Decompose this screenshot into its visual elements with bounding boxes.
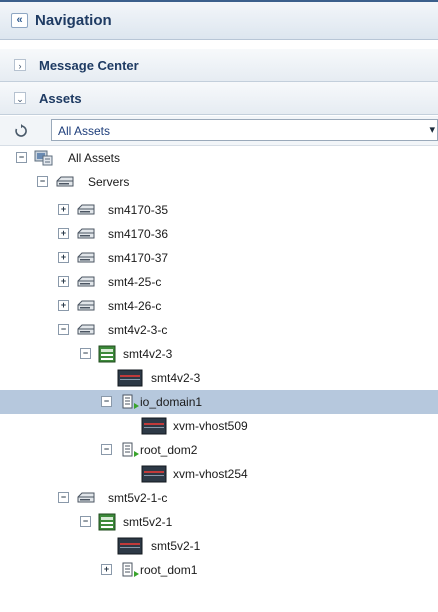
server-icon [77, 252, 95, 263]
tree-row-smt4-25-c[interactable]: + smt4-25-c [0, 270, 438, 294]
tree-label[interactable]: Servers [88, 175, 129, 189]
expand-toggle[interactable]: + [58, 204, 69, 215]
navigation-header: « Navigation [0, 0, 438, 40]
chevron-down-icon[interactable]: ⌄ [14, 92, 26, 104]
tree-row-smt5v2-1-host[interactable]: smt5v2-1 [0, 534, 438, 558]
chassis-icon [98, 513, 116, 531]
server-icon [77, 300, 95, 311]
collapse-panel-button[interactable]: « [11, 13, 28, 28]
tree-label[interactable]: root_dom2 [140, 443, 197, 457]
tree-row-sm4170-35[interactable]: + sm4170-35 [0, 198, 438, 222]
tree-label[interactable]: io_domain1 [140, 395, 202, 409]
message-center-section[interactable]: › Message Center [0, 49, 438, 82]
expand-toggle[interactable]: + [58, 252, 69, 263]
tree-row-io-domain1[interactable]: − io_domain1 [0, 390, 438, 414]
tree-row-root-dom2[interactable]: − root_dom2 [0, 438, 438, 462]
navigation-title: Navigation [35, 12, 112, 29]
host-icon [117, 537, 143, 555]
collapse-toggle[interactable]: − [58, 492, 69, 503]
tree-row-servers[interactable]: − Servers [0, 170, 438, 194]
dropdown-arrow-icon[interactable]: ▾ [429, 123, 435, 136]
tree-label[interactable]: smt5v2-1 [151, 539, 200, 553]
tree-label[interactable]: smt5v2-1-c [108, 491, 167, 505]
collapse-toggle[interactable]: − [101, 444, 112, 455]
tree-label[interactable]: smt4-26-c [108, 299, 161, 313]
domain-icon [122, 562, 139, 577]
expand-toggle[interactable]: + [101, 564, 112, 575]
tree-label[interactable]: sm4170-35 [108, 203, 168, 217]
expand-toggle[interactable]: + [58, 276, 69, 287]
collapse-toggle[interactable]: − [58, 324, 69, 335]
host-icon [141, 465, 167, 483]
asset-view-value: All Assets [58, 124, 111, 138]
server-icon [77, 324, 95, 335]
asset-view-select[interactable]: All Assets ▾ [51, 119, 438, 141]
tree-row-root-dom1[interactable]: + root_dom1 [0, 558, 438, 582]
tree-row-xvm-vhost254[interactable]: xvm-vhost254 [0, 462, 438, 486]
message-center-label[interactable]: Message Center [39, 58, 139, 73]
server-icon [77, 204, 95, 215]
tree-label[interactable]: xvm-vhost254 [173, 467, 248, 481]
collapse-toggle[interactable]: − [101, 396, 112, 407]
collapse-toggle[interactable]: − [16, 152, 27, 163]
server-icon [56, 176, 74, 187]
chevron-right-icon[interactable]: › [14, 59, 26, 71]
tree-label[interactable]: smt4v2-3-c [108, 323, 167, 337]
collapse-toggle[interactable]: − [37, 176, 48, 187]
server-icon [77, 276, 95, 287]
domain-icon [122, 394, 139, 409]
refresh-icon[interactable] [14, 124, 28, 138]
tree-row-smt5v2-1-chassis[interactable]: − smt5v2-1 [0, 510, 438, 534]
tree-label[interactable]: smt4-25-c [108, 275, 161, 289]
tree-row-all-assets[interactable]: − All Assets [0, 146, 438, 170]
tree-label[interactable]: xvm-vhost509 [173, 419, 248, 433]
chassis-icon [98, 345, 116, 363]
tree-label[interactable]: All Assets [68, 151, 120, 165]
tree-row-smt4v2-3-c[interactable]: − smt4v2-3-c [0, 318, 438, 342]
tree-row-sm4170-36[interactable]: + sm4170-36 [0, 222, 438, 246]
tree-row-sm4170-37[interactable]: + sm4170-37 [0, 246, 438, 270]
tree-row-smt4v2-3-chassis[interactable]: − smt4v2-3 [0, 342, 438, 366]
expand-toggle[interactable]: + [58, 228, 69, 239]
all-assets-icon [34, 150, 53, 166]
collapse-toggle[interactable]: − [80, 348, 91, 359]
tree-label[interactable]: sm4170-36 [108, 227, 168, 241]
assets-section[interactable]: ⌄ Assets [0, 82, 438, 115]
collapse-toggle[interactable]: − [80, 516, 91, 527]
server-icon [77, 228, 95, 239]
tree-label[interactable]: smt4v2-3 [151, 371, 200, 385]
assets-toolbar: All Assets ▾ [0, 116, 438, 146]
expand-toggle[interactable]: + [58, 300, 69, 311]
tree-row-smt5v2-1-c[interactable]: − smt5v2-1-c [0, 486, 438, 510]
tree-label[interactable]: smt5v2-1 [123, 515, 172, 529]
tree-label[interactable]: root_dom1 [140, 563, 197, 577]
tree-row-xvm-vhost509[interactable]: xvm-vhost509 [0, 414, 438, 438]
asset-tree: − All Assets − Servers + sm4170-35 + sm4… [0, 146, 438, 612]
domain-icon [122, 442, 139, 457]
tree-label[interactable]: smt4v2-3 [123, 347, 172, 361]
tree-row-smt4v2-3-host[interactable]: smt4v2-3 [0, 366, 438, 390]
assets-label[interactable]: Assets [39, 91, 82, 106]
host-icon [141, 417, 167, 435]
tree-label[interactable]: sm4170-37 [108, 251, 168, 265]
tree-row-smt4-26-c[interactable]: + smt4-26-c [0, 294, 438, 318]
host-icon [117, 369, 143, 387]
server-icon [77, 492, 95, 503]
